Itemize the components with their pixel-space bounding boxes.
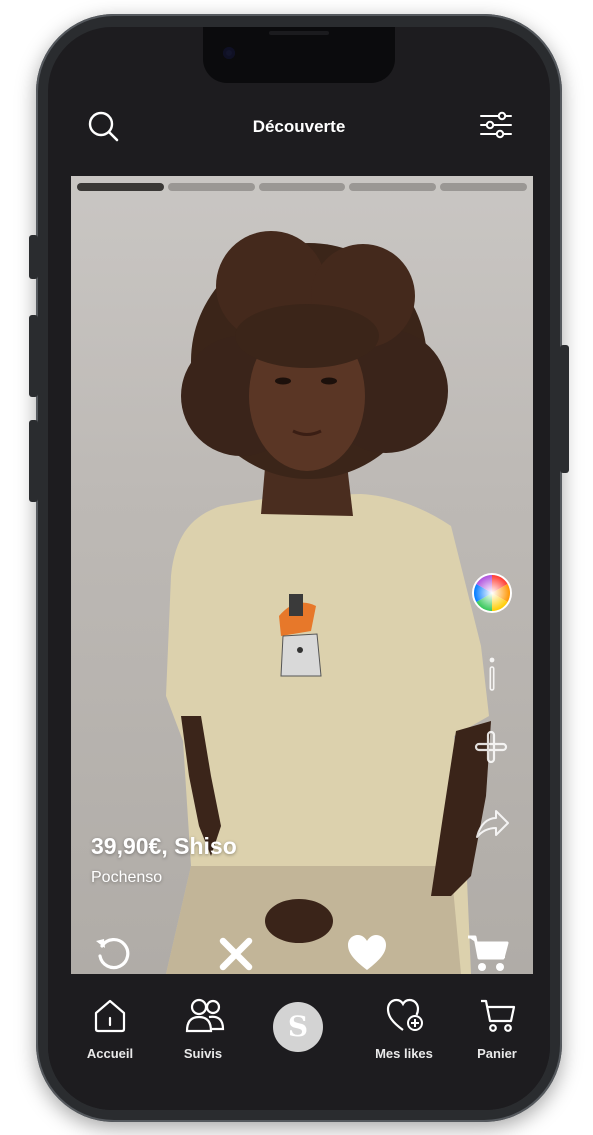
power-button [560,345,569,473]
progress-segment [349,183,437,191]
close-icon[interactable] [218,936,254,972]
tab-panier[interactable]: Panier [452,994,542,1064]
volume-up-button [29,315,38,397]
volume-down-button [29,420,38,502]
progress-segment [440,183,527,191]
progress-segment [77,183,164,191]
tab-label: Suivis [183,1046,223,1061]
story-progress [77,183,527,191]
tab-mes-likes[interactable]: Mes likes [359,994,449,1064]
info-icon[interactable] [482,656,502,692]
top-bar: Découverte [48,99,550,155]
speaker [269,31,329,35]
share-arrow-icon[interactable] [474,808,510,840]
logo-icon[interactable]: S [273,1002,323,1052]
home-icon [94,999,126,1033]
cart-icon [481,999,516,1032]
tab-accueil[interactable]: Accueil [65,994,155,1064]
progress-segment [167,183,255,191]
users-icon [185,998,225,1033]
cart-icon[interactable] [467,934,509,974]
notch [203,27,395,83]
tab-label: Mes likes [375,1046,433,1061]
progress-segment [258,183,346,191]
color-wheel-icon[interactable] [471,572,513,614]
tab-suivis[interactable]: Suivis [158,994,248,1064]
bottom-tab-bar: Accueil Suivis S Mes likes Panier [48,982,550,1110]
mute-switch [29,235,38,279]
tab-label: Panier [477,1046,517,1061]
page-title: Découverte [252,117,346,136]
tab-label: Accueil [86,1046,134,1061]
product-brand[interactable]: Pochenso [91,869,162,887]
product-media-card[interactable]: 39,90€, Shiso Pochenso [71,176,533,974]
undo-icon[interactable] [93,934,131,972]
heart-icon[interactable] [346,934,388,972]
front-camera [223,47,235,59]
filter-sliders-icon[interactable] [478,109,514,141]
heart-plus-icon [386,998,423,1031]
app-screen: Découverte 39,90€, Shiso Pochenso Accuei… [48,27,550,1110]
product-price-title[interactable]: 39,90€, Shiso [91,833,237,860]
plus-icon[interactable] [474,730,508,764]
